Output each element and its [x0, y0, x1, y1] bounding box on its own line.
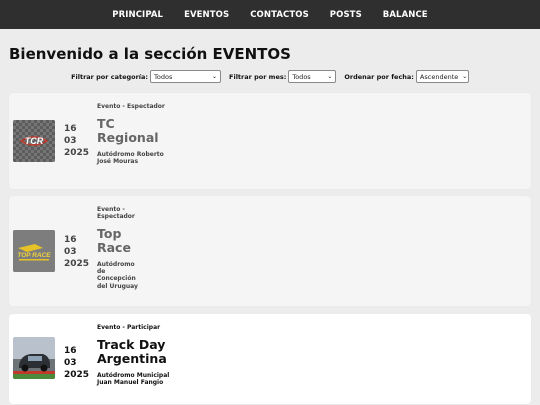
order-filter-label: Ordenar por fecha: [344, 72, 414, 81]
event-year: 2025 [64, 148, 90, 158]
page-title: Bienvenido a la sección EVENTOS [9, 45, 291, 63]
month-filter-label: Filtrar por mes: [229, 72, 287, 81]
nav-link-posts[interactable]: POSTS [330, 10, 362, 20]
chevron-down-icon: ⌄ [327, 73, 333, 80]
top-race-logo-text: TOP RACE [17, 252, 51, 259]
event-name: Top Race [97, 226, 131, 255]
event-info: Evento - Espectador TC Regional Autódrom… [97, 103, 167, 165]
order-select[interactable]: Ascendente ⌄ [415, 70, 469, 83]
tcr-logo-text: TCR [25, 136, 44, 146]
event-date: 16 03 2025 [64, 123, 89, 159]
event-day: 16 [64, 346, 77, 356]
month-select-value: Todos [292, 72, 311, 81]
category-filter-label: Filtrar por categoría: [71, 72, 149, 81]
event-type: Evento - Espectador [97, 103, 165, 110]
event-day: 16 [64, 124, 77, 134]
event-venue: Autódromo Municipal Juan Manuel Fangio [97, 372, 170, 387]
nav-link-contactos[interactable]: CONTACTOS [250, 10, 309, 20]
nav-link-balance[interactable]: BALANCE [383, 10, 428, 20]
chevron-down-icon: ⌄ [212, 73, 218, 80]
category-filter: Filtrar por categoría: Todos ⌄ [71, 70, 222, 83]
top-navbar: PRINCIPAL EVENTOS CONTACTOS POSTS BALANC… [0, 0, 540, 29]
event-date: 16 03 2025 [64, 345, 89, 381]
nav-link-principal[interactable]: PRINCIPAL [112, 10, 163, 20]
event-month: 03 [64, 358, 77, 368]
event-logo-tcr: TCR [13, 120, 55, 162]
event-info: Evento - Espectador Top Race Autódromo d… [97, 206, 142, 290]
event-venue: Autódromo Roberto José Mouras [97, 151, 164, 166]
event-date: 16 03 2025 [64, 234, 89, 270]
month-select[interactable]: Todos ⌄ [288, 70, 337, 83]
order-filter: Ordenar por fecha: Ascendente ⌄ [344, 70, 469, 83]
nav-link-eventos[interactable]: EVENTOS [184, 10, 229, 20]
event-venue: Autódromo de Concepción del Uruguay [97, 261, 138, 290]
event-year: 2025 [64, 259, 90, 269]
event-logo-top-race: TOP RACE [13, 230, 55, 272]
event-card[interactable]: TOP RACE 16 03 2025 Evento - Espectador … [9, 196, 531, 306]
event-type: Evento - Participar [97, 324, 161, 331]
event-name: Track Day Argentina [97, 337, 167, 366]
event-info: Evento - Participar Track Day Argentina … [97, 324, 172, 386]
order-select-value: Ascendente [419, 72, 459, 81]
month-filter: Filtrar por mes: Todos ⌄ [229, 70, 337, 83]
event-year: 2025 [64, 370, 90, 380]
event-photo-track-day [13, 337, 55, 379]
category-select[interactable]: Todos ⌄ [150, 70, 222, 83]
event-month: 03 [64, 247, 77, 257]
category-select-value: Todos [154, 72, 173, 81]
event-month: 03 [64, 136, 77, 146]
event-day: 16 [64, 235, 77, 245]
event-card[interactable]: 16 03 2025 Evento - Participar Track Day… [9, 314, 531, 404]
chevron-down-icon: ⌄ [462, 73, 468, 80]
event-type: Evento - Espectador [97, 206, 135, 220]
filter-bar: Filtrar por categoría: Todos ⌄ Filtrar p… [0, 70, 540, 83]
event-name: TC Regional [97, 116, 159, 145]
event-card[interactable]: TCR 16 03 2025 Evento - Espectador TC Re… [9, 93, 531, 189]
